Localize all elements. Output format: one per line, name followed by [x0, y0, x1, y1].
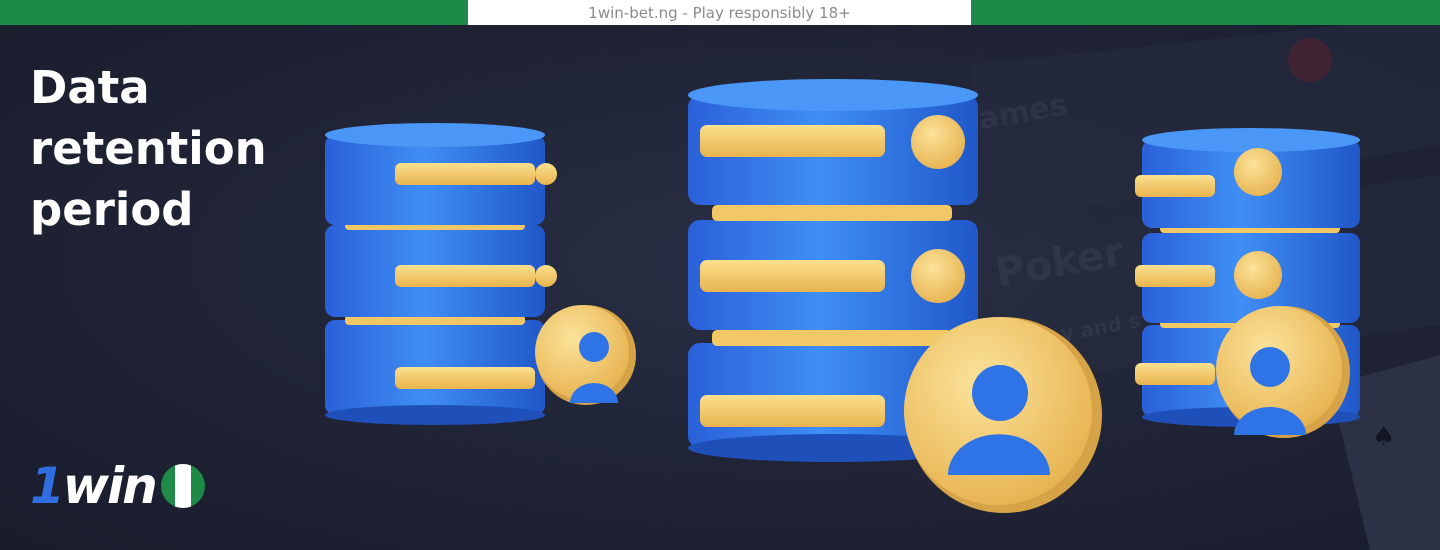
spade-icon: ♠ — [1372, 422, 1395, 452]
user-icon — [904, 317, 1102, 513]
responsible-gaming-notice: 1win-bet.ng - Play responsibly 18+ — [468, 0, 971, 25]
nigeria-flag-icon — [160, 464, 205, 508]
top-banner: 1win-bet.ng - Play responsibly 18+ — [0, 0, 1440, 25]
hero-banner: ames Poker y and s Data retention period — [0, 25, 1440, 550]
database-server-icon — [1135, 128, 1360, 438]
database-illustration: ♠ — [325, 25, 1440, 550]
brand-logo[interactable]: 1win — [30, 457, 206, 515]
user-icon — [535, 305, 636, 405]
logo-wordmark: 1win — [30, 457, 158, 515]
database-server-icon — [325, 123, 636, 425]
